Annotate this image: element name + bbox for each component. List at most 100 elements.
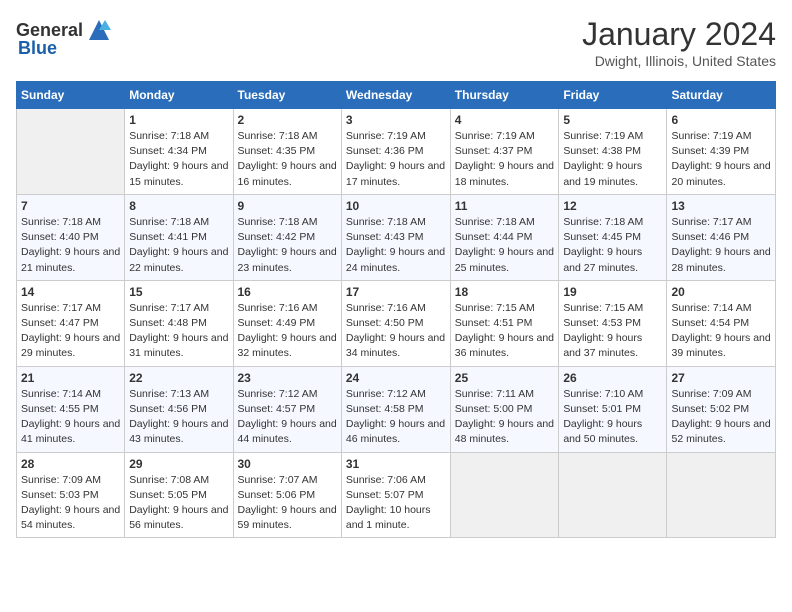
page-header: General Blue January 2024 Dwight, Illino… [16,16,776,69]
calendar-cell: 29 Sunrise: 7:08 AMSunset: 5:05 PMDayligh… [125,452,233,538]
day-detail: Sunrise: 7:16 AMSunset: 4:50 PMDaylight:… [346,301,446,362]
day-number: 5 [563,113,662,127]
day-number: 10 [346,199,446,213]
day-number: 13 [671,199,771,213]
day-number: 3 [346,113,446,127]
weekday-header: Saturday [667,82,776,109]
calendar-cell: 19 Sunrise: 7:15 AMSunset: 4:53 PMDayligh… [559,280,667,366]
calendar-cell: 27 Sunrise: 7:09 AMSunset: 5:02 PMDayligh… [667,366,776,452]
weekday-header: Sunday [17,82,125,109]
day-detail: Sunrise: 7:18 AMSunset: 4:43 PMDaylight:… [346,215,446,276]
day-number: 31 [346,457,446,471]
day-number: 21 [21,371,120,385]
day-number: 19 [563,285,662,299]
day-number: 11 [455,199,555,213]
calendar-cell: 9 Sunrise: 7:18 AMSunset: 4:42 PMDaylight… [233,194,341,280]
day-detail: Sunrise: 7:18 AMSunset: 4:40 PMDaylight:… [21,215,120,276]
calendar-cell [450,452,559,538]
day-number: 9 [238,199,337,213]
calendar-cell: 25 Sunrise: 7:11 AMSunset: 5:00 PMDayligh… [450,366,559,452]
day-detail: Sunrise: 7:14 AMSunset: 4:55 PMDaylight:… [21,387,120,448]
calendar-cell: 4Sunrise: 7:19 AMSunset: 4:37 PMDaylight… [450,109,559,195]
weekday-header: Monday [125,82,233,109]
weekday-header: Tuesday [233,82,341,109]
calendar-cell: 18Sunrise: 7:15 AMSunset: 4:51 PMDayligh… [450,280,559,366]
calendar-cell: 7 Sunrise: 7:18 AMSunset: 4:40 PMDaylight… [17,194,125,280]
calendar-cell [17,109,125,195]
day-detail: Sunrise: 7:18 AMSunset: 4:44 PMDaylight:… [455,215,555,276]
day-detail: Sunrise: 7:06 AMSunset: 5:07 PMDaylight:… [346,473,446,534]
calendar-cell: 17 Sunrise: 7:16 AMSunset: 4:50 PMDayligh… [341,280,450,366]
day-detail: Sunrise: 7:09 AMSunset: 5:03 PMDaylight:… [21,473,120,534]
day-detail: Sunrise: 7:18 AMSunset: 4:42 PMDaylight:… [238,215,337,276]
day-number: 6 [671,113,771,127]
day-number: 16 [238,285,337,299]
day-number: 7 [21,199,120,213]
logo-blue: Blue [18,38,57,59]
day-number: 2 [238,113,337,127]
calendar-cell: 3 Sunrise: 7:19 AMSunset: 4:36 PMDaylight… [341,109,450,195]
day-number: 29 [129,457,228,471]
day-detail: Sunrise: 7:18 AMSunset: 4:45 PMDaylight:… [563,215,662,276]
day-detail: Sunrise: 7:14 AMSunset: 4:54 PMDaylight:… [671,301,771,362]
calendar-cell: 21 Sunrise: 7:14 AMSunset: 4:55 PMDayligh… [17,366,125,452]
day-detail: Sunrise: 7:17 AMSunset: 4:48 PMDaylight:… [129,301,228,362]
calendar-cell: 31 Sunrise: 7:06 AMSunset: 5:07 PMDayligh… [341,452,450,538]
day-detail: Sunrise: 7:18 AMSunset: 4:35 PMDaylight:… [238,129,337,190]
day-detail: Sunrise: 7:17 AMSunset: 4:47 PMDaylight:… [21,301,120,362]
calendar-cell: 23 Sunrise: 7:12 AMSunset: 4:57 PMDayligh… [233,366,341,452]
day-detail: Sunrise: 7:15 AMSunset: 4:53 PMDaylight:… [563,301,662,362]
day-detail: Sunrise: 7:08 AMSunset: 5:05 PMDaylight:… [129,473,228,534]
calendar-cell: 12 Sunrise: 7:18 AMSunset: 4:45 PMDayligh… [559,194,667,280]
day-number: 24 [346,371,446,385]
calendar-subtitle: Dwight, Illinois, United States [582,53,776,69]
calendar-cell: 11 Sunrise: 7:18 AMSunset: 4:44 PMDayligh… [450,194,559,280]
day-detail: Sunrise: 7:07 AMSunset: 5:06 PMDaylight:… [238,473,337,534]
day-detail: Sunrise: 7:17 AMSunset: 4:46 PMDaylight:… [671,215,771,276]
day-number: 26 [563,371,662,385]
day-detail: Sunrise: 7:09 AMSunset: 5:02 PMDaylight:… [671,387,771,448]
day-number: 20 [671,285,771,299]
calendar-cell: 1Sunrise: 7:18 AMSunset: 4:34 PMDaylight… [125,109,233,195]
day-number: 17 [346,285,446,299]
calendar-cell: 2 Sunrise: 7:18 AMSunset: 4:35 PMDaylight… [233,109,341,195]
calendar-cell [667,452,776,538]
day-number: 12 [563,199,662,213]
calendar-cell: 14 Sunrise: 7:17 AMSunset: 4:47 PMDayligh… [17,280,125,366]
day-detail: Sunrise: 7:19 AMSunset: 4:38 PMDaylight:… [563,129,662,190]
weekday-header: Wednesday [341,82,450,109]
day-detail: Sunrise: 7:12 AMSunset: 4:58 PMDaylight:… [346,387,446,448]
day-detail: Sunrise: 7:19 AMSunset: 4:36 PMDaylight:… [346,129,446,190]
day-number: 27 [671,371,771,385]
day-number: 23 [238,371,337,385]
day-number: 28 [21,457,120,471]
day-number: 4 [455,113,555,127]
day-detail: Sunrise: 7:11 AMSunset: 5:00 PMDaylight:… [455,387,555,448]
calendar-cell: 20 Sunrise: 7:14 AMSunset: 4:54 PMDayligh… [667,280,776,366]
calendar-cell: 5 Sunrise: 7:19 AMSunset: 4:38 PMDaylight… [559,109,667,195]
logo-icon [85,16,113,44]
calendar-cell: 8Sunrise: 7:18 AMSunset: 4:41 PMDaylight… [125,194,233,280]
day-number: 25 [455,371,555,385]
day-detail: Sunrise: 7:19 AMSunset: 4:39 PMDaylight:… [671,129,771,190]
calendar-cell: 6 Sunrise: 7:19 AMSunset: 4:39 PMDaylight… [667,109,776,195]
day-number: 18 [455,285,555,299]
calendar-cell: 22 Sunrise: 7:13 AMSunset: 4:56 PMDayligh… [125,366,233,452]
calendar-cell: 30 Sunrise: 7:07 AMSunset: 5:06 PMDayligh… [233,452,341,538]
calendar-table: SundayMondayTuesdayWednesdayThursdayFrid… [16,81,776,538]
calendar-cell [559,452,667,538]
calendar-cell: 26Sunrise: 7:10 AMSunset: 5:01 PMDayligh… [559,366,667,452]
calendar-cell: 24 Sunrise: 7:12 AMSunset: 4:58 PMDayligh… [341,366,450,452]
day-detail: Sunrise: 7:16 AMSunset: 4:49 PMDaylight:… [238,301,337,362]
weekday-header: Thursday [450,82,559,109]
day-detail: Sunrise: 7:12 AMSunset: 4:57 PMDaylight:… [238,387,337,448]
title-block: January 2024 Dwight, Illinois, United St… [582,16,776,69]
day-number: 30 [238,457,337,471]
day-detail: Sunrise: 7:13 AMSunset: 4:56 PMDaylight:… [129,387,228,448]
calendar-cell: 28 Sunrise: 7:09 AMSunset: 5:03 PMDayligh… [17,452,125,538]
day-number: 14 [21,285,120,299]
day-detail: Sunrise: 7:18 AMSunset: 4:34 PMDaylight:… [129,129,228,190]
day-number: 15 [129,285,228,299]
day-number: 22 [129,371,228,385]
day-number: 8 [129,199,228,213]
